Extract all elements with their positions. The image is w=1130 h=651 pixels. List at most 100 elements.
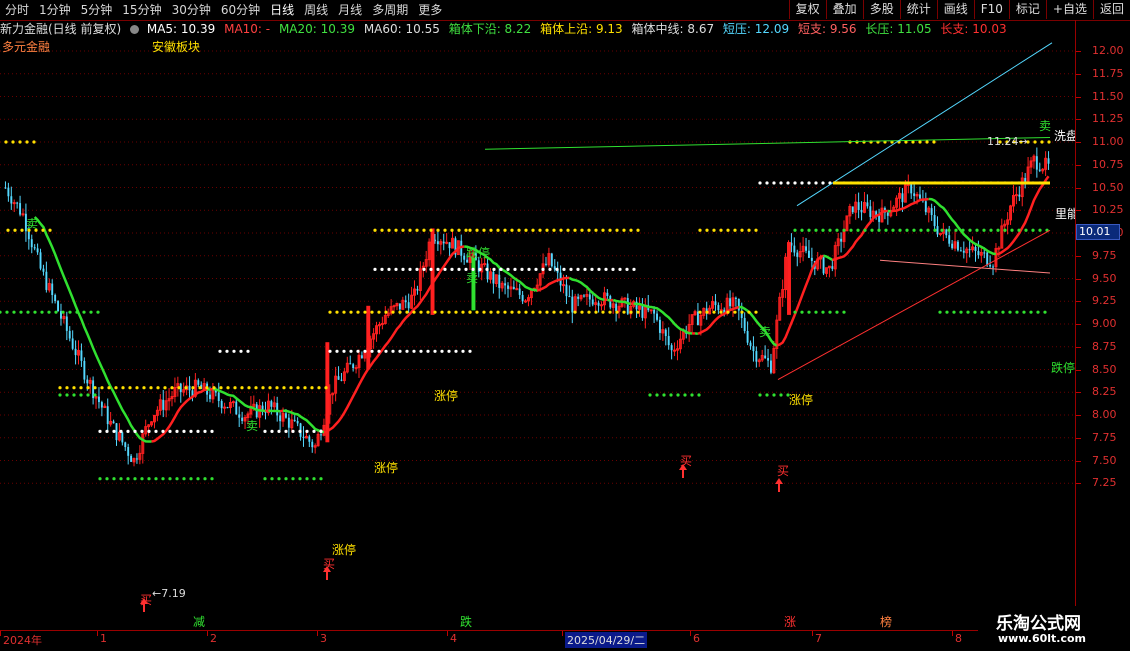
level-dot: [284, 430, 287, 433]
date-tick-mark: [447, 631, 448, 636]
date-label: 1: [100, 632, 107, 645]
level-dot: [335, 311, 338, 314]
limit-down-label: 跌停: [1051, 360, 1075, 375]
candle-body: [40, 252, 42, 268]
tab-1[interactable]: 1分钟: [34, 0, 76, 20]
kline-chart[interactable]: 涨停涨停涨停涨停跌停跌停卖卖卖卖卖买买买买←7.1911.24→洗盘里能减跌涨榜: [0, 0, 1075, 630]
level-dot: [25, 140, 28, 143]
candle-body: [624, 298, 626, 299]
level-dot: [58, 386, 61, 389]
tab-4[interactable]: 30分钟: [167, 0, 216, 20]
trend-line: [778, 230, 1050, 379]
price-tick-mark: [1076, 210, 1081, 211]
sell-signal: 卖: [1039, 119, 1051, 133]
toolbar-button-3[interactable]: 统计: [900, 0, 937, 19]
level-dot: [726, 311, 729, 314]
toolbar-button-7[interactable]: +自选: [1046, 0, 1093, 19]
candle-body: [563, 285, 565, 286]
concept-label[interactable]: 多元金融: [2, 38, 50, 56]
level-dot: [608, 311, 611, 314]
candle-body: [7, 188, 9, 197]
tab-8[interactable]: 月线: [333, 0, 367, 20]
level-dot: [380, 268, 383, 271]
level-dot: [510, 229, 513, 232]
level-dot: [170, 386, 173, 389]
toolbar-button-8[interactable]: 返回: [1093, 0, 1130, 19]
date-label: 7: [815, 632, 822, 645]
level-dot: [807, 229, 810, 232]
level-dot: [468, 350, 471, 353]
level-dot: [380, 229, 383, 232]
level-dot: [189, 477, 192, 480]
toolbar-button-2[interactable]: 多股: [863, 0, 900, 19]
candle-body: [989, 265, 991, 267]
date-tick-mark: [0, 631, 1, 636]
tab-2[interactable]: 5分钟: [76, 0, 118, 20]
level-dot: [225, 350, 228, 353]
tab-3[interactable]: 15分钟: [117, 0, 166, 20]
tab-0[interactable]: 分时: [0, 0, 34, 20]
level-dot: [828, 311, 831, 314]
toolbar-button-5[interactable]: F10: [974, 0, 1009, 19]
level-dot: [191, 386, 194, 389]
tab-6[interactable]: 日线: [265, 0, 299, 20]
candle-body: [101, 402, 103, 407]
candle-body: [498, 275, 500, 288]
level-dot: [555, 268, 558, 271]
toolbar-button-6[interactable]: 标记: [1009, 0, 1046, 19]
level-dot: [72, 386, 75, 389]
candle-body: [341, 380, 343, 381]
tab-10[interactable]: 更多: [413, 0, 447, 20]
level-dot: [105, 430, 108, 433]
level-dot: [219, 386, 222, 389]
level-dot: [590, 268, 593, 271]
tab-5[interactable]: 60分钟: [216, 0, 265, 20]
candle-body: [925, 201, 927, 212]
level-dot: [401, 229, 404, 232]
toolbar-button-4[interactable]: 画线: [937, 0, 974, 19]
level-dot: [33, 311, 36, 314]
region-label[interactable]: 安徽板块: [152, 38, 200, 56]
candle-body: [349, 363, 351, 364]
trend-line: [797, 43, 1052, 206]
ma-line: [607, 300, 610, 301]
level-dot: [377, 311, 380, 314]
tab-7[interactable]: 周线: [299, 0, 333, 20]
candle-body: [42, 269, 44, 272]
tab-9[interactable]: 多周期: [367, 0, 413, 20]
toolbar-button-0[interactable]: 复权: [789, 0, 826, 19]
ma-line: [280, 411, 283, 412]
level-dot: [387, 229, 390, 232]
candle-body: [189, 386, 191, 390]
candle-body: [653, 310, 655, 314]
sell-signal: 卖: [466, 271, 478, 285]
candle-body: [31, 239, 33, 247]
level-dot: [226, 386, 229, 389]
candle-body: [840, 239, 842, 242]
level-dot: [6, 229, 9, 232]
candle-body: [279, 415, 281, 421]
level-dot: [779, 181, 782, 184]
date-label: 3: [320, 632, 327, 645]
settings-icon[interactable]: [130, 25, 139, 34]
price-tick-mark: [1076, 392, 1081, 393]
candle-body: [16, 203, 18, 204]
candle-body: [752, 346, 754, 351]
level-dot: [377, 350, 380, 353]
candle-body: [416, 289, 418, 290]
candle-body: [764, 356, 766, 358]
price-tick-mark: [1076, 279, 1081, 280]
candle-body: [945, 229, 947, 235]
level-dot: [232, 350, 235, 353]
candle-body: [399, 303, 401, 309]
level-dot: [814, 311, 817, 314]
price-tick-mark: [1076, 324, 1081, 325]
price-tick: 8.50: [1092, 363, 1117, 376]
level-dot: [559, 229, 562, 232]
toolbar-button-1[interactable]: 叠加: [826, 0, 863, 19]
level-dot: [68, 311, 71, 314]
candle-body: [907, 184, 909, 185]
candle-body: [969, 249, 971, 250]
level-dot: [233, 386, 236, 389]
candle-body: [992, 267, 994, 268]
